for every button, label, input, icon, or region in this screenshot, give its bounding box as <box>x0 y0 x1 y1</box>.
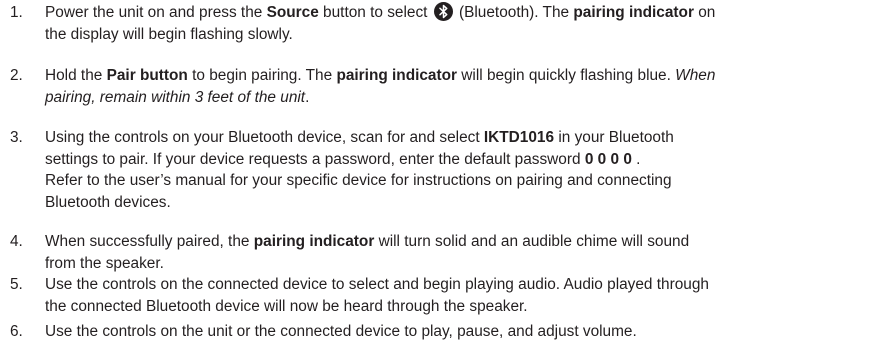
text-run: . <box>631 150 641 168</box>
text-line: Use the controls on the connected device… <box>45 276 709 293</box>
pairing-indicator-label: pairing indicator <box>336 67 458 84</box>
text-run: will turn solid and an audible chime wil… <box>374 233 690 250</box>
step-text: Use the controls on the connected device… <box>45 274 867 317</box>
step-text: Using the controls on your Bluetooth dev… <box>45 127 867 213</box>
text-line: the display will begin flashing slowly. <box>45 25 293 43</box>
text-run: will begin quickly flashing blue. <box>457 67 676 84</box>
step-number: 2. <box>10 67 23 84</box>
step-number: 3. <box>10 129 23 146</box>
italic-note: pairing, remain within 3 feet of the uni… <box>45 88 306 106</box>
text-run: Using the controls on your Bluetooth dev… <box>45 129 484 146</box>
text-run: to begin pairing. The <box>187 67 337 84</box>
step-text: Hold the Pair button to begin pairing. T… <box>45 65 867 108</box>
source-button-label: Source <box>266 4 319 21</box>
step-number: 1. <box>10 4 23 21</box>
step-number: 6. <box>10 323 23 340</box>
bluetooth-icon <box>433 2 453 21</box>
text-run: (Bluetooth). The <box>454 4 574 21</box>
italic-note: When <box>675 67 716 84</box>
text-run: Hold the <box>45 67 107 84</box>
text-line: Use the controls on the unit or the conn… <box>45 323 637 340</box>
default-password: 0 0 0 0 <box>584 150 632 168</box>
step-number: 4. <box>10 233 23 250</box>
text-run: . <box>305 88 310 106</box>
text-run: in your Bluetooth <box>554 129 674 146</box>
text-line: the connected Bluetooth device will now … <box>45 297 528 315</box>
text-line: from the speaker. <box>45 254 164 272</box>
text-run: Power the unit on and press the <box>45 4 267 21</box>
text-run: button to select <box>318 4 432 21</box>
step-text: When successfully paired, the pairing in… <box>45 231 867 274</box>
text-run: When successfully paired, the <box>45 233 254 250</box>
pairing-indicator-label: pairing indicator <box>573 4 694 21</box>
step-text: Power the unit on and press the Source b… <box>45 2 867 45</box>
text-line: Refer to the user’s manual for your spec… <box>45 172 672 189</box>
step-text: Use the controls on the unit or the conn… <box>45 321 867 343</box>
instruction-list: 1. Power the unit on and press the Sourc… <box>0 0 869 353</box>
text-run: settings to pair. If your device request… <box>45 150 585 168</box>
device-name: IKTD1016 <box>483 129 555 146</box>
pairing-indicator-label: pairing indicator <box>253 233 375 250</box>
step-number: 5. <box>10 276 23 293</box>
pair-button-label: Pair button <box>106 67 188 84</box>
text-line: Bluetooth devices. <box>45 193 171 211</box>
text-run: on <box>693 4 716 21</box>
